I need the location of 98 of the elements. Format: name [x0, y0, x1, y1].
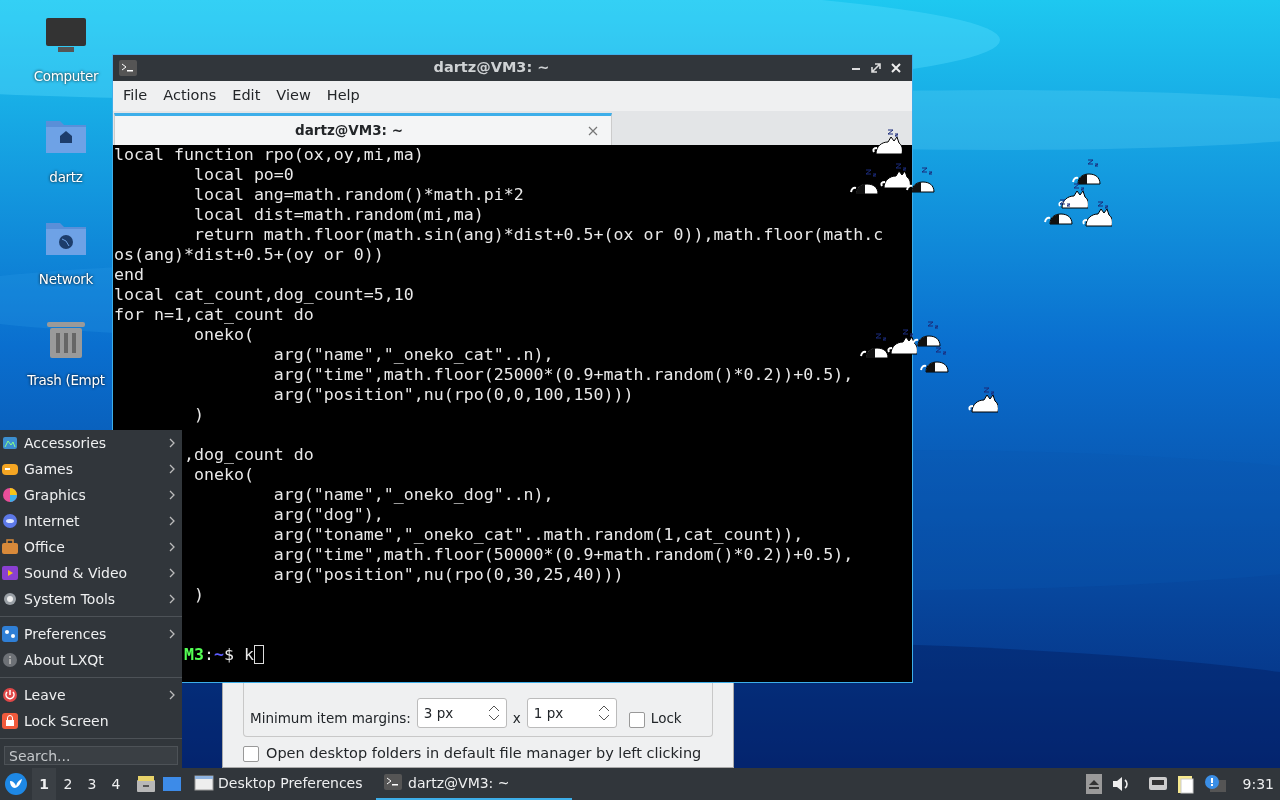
menu-item[interactable]: Edit — [224, 85, 269, 107]
menu-item[interactable]: Internet — [0, 508, 182, 534]
sleeping-dog-icon — [1072, 158, 1102, 186]
window-icon[interactable] — [162, 775, 182, 793]
window-title: dartz@VM3: ~ — [432, 58, 551, 78]
code-line: oneko( — [193, 325, 254, 345]
desktop-switch[interactable]: 1 — [32, 768, 56, 800]
prompt-host: M3 — [183, 645, 204, 665]
volume-icon[interactable] — [1110, 775, 1131, 793]
network-icon[interactable] — [1147, 775, 1168, 793]
code-line: end — [114, 265, 144, 285]
spin-box[interactable]: 1 px — [526, 698, 617, 728]
field-label: Minimum item margins: — [250, 708, 411, 728]
code-line: ,dog_count do — [183, 445, 314, 465]
color-wheel-icon — [2, 487, 18, 503]
window-icon — [194, 774, 214, 792]
terminal-tab[interactable]: dartz@VM3: ~ — [114, 113, 612, 145]
spin-arrows-icon[interactable] — [487, 704, 500, 722]
terminal-icon — [119, 60, 137, 76]
eject-icon[interactable] — [1085, 774, 1102, 794]
task-button[interactable]: dartz@VM3: ~ — [376, 768, 572, 800]
menu-item[interactable]: Accessories — [0, 430, 182, 456]
code-line: for n=1,cat_count do — [114, 305, 314, 325]
prompt-path: ~ — [213, 645, 224, 665]
menu-item[interactable]: Actions — [155, 85, 225, 107]
sleeping-cat-icon — [1082, 200, 1112, 228]
bird-logo-icon[interactable] — [4, 772, 28, 796]
code-line: ) — [193, 585, 204, 605]
menu-item[interactable]: System Tools — [0, 586, 182, 612]
spin-arrows-icon[interactable] — [597, 704, 610, 722]
menu-item[interactable]: Help — [318, 85, 368, 107]
menu-item[interactable]: Sound & Video — [0, 560, 182, 586]
desktop-switch[interactable]: 2 — [56, 768, 80, 800]
power-icon — [2, 687, 18, 703]
code-line: local ang=math.random()*math.pi*2 — [193, 185, 524, 205]
icon-label[interactable]: Trash (Empt — [27, 369, 105, 390]
lock-icon — [2, 713, 18, 729]
task-button[interactable]: Desktop Preferences — [186, 768, 376, 800]
checkbox[interactable] — [243, 745, 259, 762]
checkbox-label: Lock — [650, 708, 682, 728]
menu-item[interactable]: About LXQt — [0, 647, 182, 673]
notification-icon[interactable] — [1203, 774, 1226, 794]
code-line: arg("position",nu(rpo(0,0,100,150))) — [273, 385, 634, 405]
code-line: os(ang)*dist+0.5+(oy or 0)) — [114, 245, 384, 265]
menu-item[interactable]: File — [115, 85, 156, 107]
checkbox[interactable] — [628, 712, 645, 728]
code-line: oneko( — [193, 465, 254, 485]
globe-icon — [2, 513, 18, 529]
spin-box[interactable]: 3 px — [416, 698, 507, 728]
sleeping-dog-icon — [860, 332, 890, 360]
code-line: arg("name","_oneko_dog"..n), — [273, 485, 554, 505]
gear-icon — [2, 591, 18, 607]
menu-item[interactable]: Leave — [0, 682, 182, 708]
clipboard-icon[interactable] — [1176, 774, 1195, 794]
desktop-switch[interactable]: 3 — [80, 768, 104, 800]
code-line: local po=0 — [193, 165, 294, 185]
code-line: local cat_count,dog_count=5,10 — [114, 285, 414, 305]
code-line: arg("time",math.floor(50000*(0.9+math.random()*0.2))+0.5), — [273, 545, 854, 565]
code-line: arg("name","_oneko_cat"..n), — [273, 345, 554, 365]
sleeping-dog-icon — [1044, 198, 1074, 226]
terminal-icon — [384, 774, 404, 792]
info-icon — [2, 652, 18, 668]
menu-item[interactable]: Preferences — [0, 621, 182, 647]
code-line: arg("time",math.floor(25000*(0.9+math.random()*0.2))+0.5), — [273, 365, 854, 385]
search-field[interactable]: Search... — [4, 746, 178, 765]
code-line: local dist=math.random(mi,ma) — [193, 205, 484, 225]
briefcase-icon — [2, 539, 18, 555]
code-line: ) — [193, 405, 204, 425]
sleeping-dog-icon — [850, 168, 880, 196]
code-line: arg("dog"), — [273, 505, 384, 525]
sleeping-cat-icon — [1058, 182, 1088, 210]
gamepad-icon — [2, 461, 18, 477]
file-cabinet-icon[interactable] — [136, 775, 156, 793]
code-line: return math.floor(math.sin(ang)*dist+0.5+(ox or 0)),math.floor(math.c — [193, 225, 884, 245]
code-line: arg("position",nu(rpo(0,30,25,40))) — [273, 565, 624, 585]
sleeping-cat-icon — [968, 386, 998, 414]
menu-item[interactable]: Lock Screen — [0, 708, 182, 734]
menu-item[interactable]: View — [268, 85, 319, 107]
prompt-command: $ k — [223, 645, 254, 665]
accessories-icon — [2, 435, 18, 451]
sleeping-dog-icon — [920, 346, 950, 374]
clock[interactable]: 9:31 — [1242, 773, 1274, 795]
media-icon — [2, 565, 18, 581]
settings-icon — [2, 626, 18, 642]
tab-label: dartz@VM3: ~ — [294, 121, 404, 141]
times-label: x — [512, 708, 521, 728]
menu-item[interactable]: Graphics — [0, 482, 182, 508]
sleeping-dog-icon — [912, 320, 942, 348]
desktop-switch[interactable]: 4 — [104, 768, 128, 800]
prompt-separator: : — [203, 645, 214, 665]
icon-label[interactable]: Network — [38, 268, 94, 289]
code-line: arg("toname","_oneko_cat"..math.random(1,cat_count)), — [273, 525, 804, 545]
text-cursor — [253, 645, 264, 664]
checkbox-label: Open desktop folders in default file manager by left clicking — [266, 744, 702, 763]
menu-item[interactable]: Games — [0, 456, 182, 482]
code-line: local function rpo(ox,oy,mi,ma) — [114, 145, 424, 165]
menu-item[interactable]: Office — [0, 534, 182, 560]
monitor-icon[interactable] — [45, 16, 87, 54]
